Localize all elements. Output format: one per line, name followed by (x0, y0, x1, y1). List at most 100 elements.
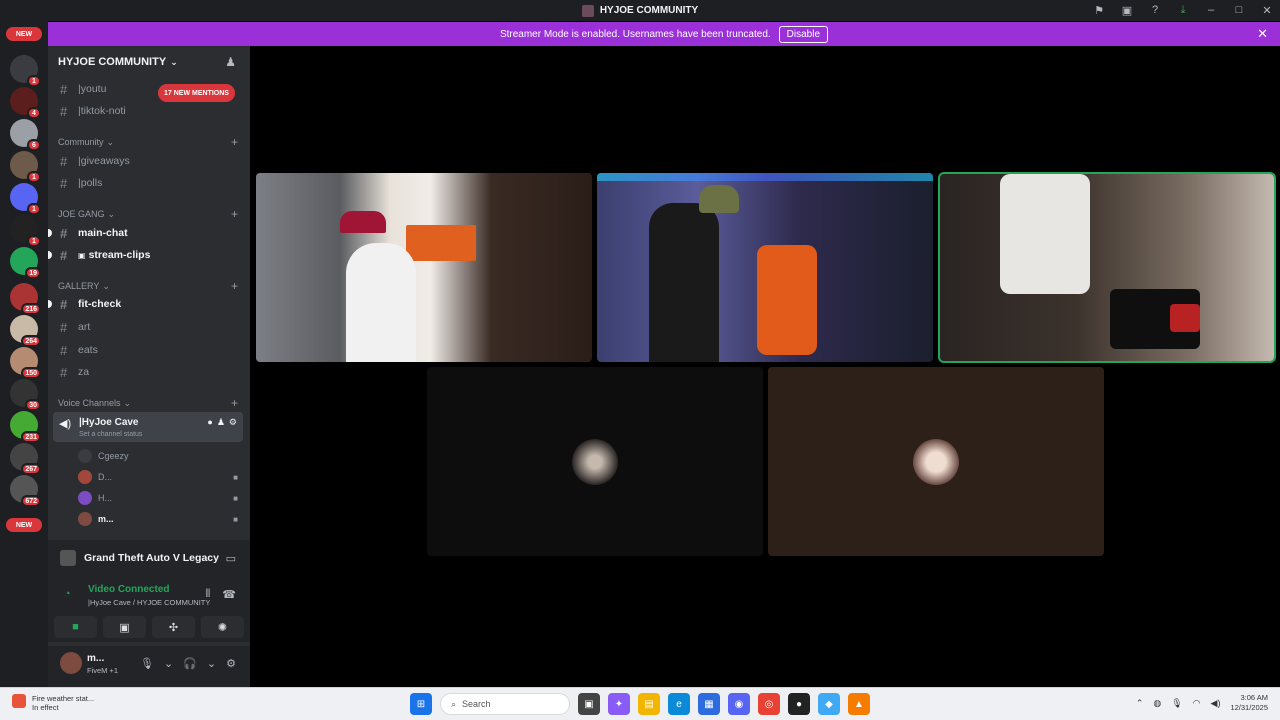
chevron-down-icon[interactable]: ⌄ (207, 657, 216, 670)
disable-button[interactable]: Disable (778, 25, 829, 43)
voice-user[interactable]: m... ■ (78, 510, 238, 528)
noise-suppression-icon[interactable]: ⦀ (205, 588, 210, 601)
inbox-icon[interactable]: ⚑ (1092, 3, 1106, 17)
channel-item[interactable]: # za (56, 362, 242, 382)
maximize-icon[interactable]: □ (1232, 3, 1246, 17)
edge-icon[interactable]: e (668, 693, 690, 715)
gear-icon[interactable]: ⚙ (226, 657, 236, 670)
gear-icon[interactable]: ⚙ (229, 417, 237, 428)
activity-panel[interactable]: Grand Theft Auto V Legacy ▭ (48, 540, 250, 576)
new-mentions-pill[interactable]: 17 NEW MENTIONS (158, 84, 235, 102)
chevron-up-icon[interactable]: ⌃ (1136, 698, 1144, 709)
signal-icon[interactable]: ◔ (64, 588, 71, 600)
weather-widget[interactable]: Fire weather stat... In effect (12, 694, 94, 712)
video-tile[interactable] (597, 173, 933, 362)
voice-user[interactable]: D... ■ (78, 468, 238, 486)
share-screen-button[interactable]: ▣ (103, 616, 146, 638)
disconnect-icon[interactable]: ☎ (222, 588, 236, 601)
voice-user[interactable]: H... ■ (78, 489, 238, 507)
channel-item[interactable]: # |tiktok-noti (56, 101, 242, 121)
app-icon[interactable]: ● (788, 693, 810, 715)
server-icon[interactable]: 1 (10, 55, 41, 87)
network-icon[interactable]: ◍ (1153, 698, 1161, 709)
close-icon[interactable]: ✕ (1260, 3, 1274, 17)
channel-item[interactable]: # fit-check (48, 294, 242, 314)
server-icon[interactable]: 231 (10, 411, 41, 443)
voice-user[interactable]: Cgeezy (78, 447, 238, 465)
category-joe-gang[interactable]: JOE GANG ⌄ + (58, 207, 242, 221)
volume-icon[interactable]: ◀) (1211, 698, 1221, 709)
activities-button[interactable]: ✣ (152, 616, 195, 638)
channel-item[interactable]: # eats (56, 340, 242, 360)
channel-item[interactable]: # main-chat (48, 223, 242, 243)
category-voice-channels[interactable]: Voice Channels ⌄ + (58, 396, 242, 410)
microphone-icon[interactable]: 🎙 (1171, 698, 1182, 709)
copilot-icon[interactable]: ✦ (608, 693, 630, 715)
clock[interactable]: 3:06 AM 12/31/2025 (1230, 693, 1268, 713)
new-pill[interactable]: NEW (6, 27, 42, 41)
server-icon[interactable]: 1 (10, 183, 41, 215)
monitor-icon[interactable]: ▣ (1120, 3, 1134, 17)
server-icon[interactable]: 6 (10, 119, 41, 151)
add-channel-icon[interactable]: + (231, 279, 238, 293)
add-channel-icon[interactable]: + (231, 135, 238, 149)
voice-status[interactable]: Video Connected (88, 584, 170, 595)
channel-name: |giveaways (78, 155, 130, 167)
server-icon[interactable]: 672 (10, 475, 41, 507)
invite-icon[interactable]: ♟ (217, 417, 225, 428)
server-rail: NEW 1 4 6 1 1 1 19 216 264 150 30 231 26… (0, 21, 48, 687)
microphone-icon[interactable]: 🎙 (140, 657, 154, 670)
channel-item[interactable]: # ▣ stream-clips (48, 245, 242, 265)
channel-status[interactable]: Set a channel status (79, 431, 142, 438)
voice-channel-active[interactable]: ◀) |HyJoe Cave Set a channel status ● ♟ … (53, 412, 243, 442)
windows-start-icon[interactable]: ⊞ (410, 693, 432, 715)
chat-icon[interactable]: ● (207, 417, 212, 428)
guild-header[interactable]: HYJOE COMMUNITY ⌄ ♟ (48, 46, 250, 78)
avatar-tile[interactable] (427, 367, 763, 556)
invite-icon[interactable]: ♟ (225, 55, 236, 69)
server-icon[interactable]: 19 (10, 247, 41, 279)
user-name[interactable]: m... (87, 653, 104, 664)
server-icon[interactable]: 30 (10, 379, 41, 411)
app-icon[interactable]: ◆ (818, 693, 840, 715)
server-icon[interactable]: 267 (10, 443, 41, 475)
help-icon[interactable]: ? (1148, 3, 1162, 17)
avatar[interactable] (60, 652, 82, 674)
minimize-icon[interactable]: – (1204, 3, 1218, 17)
mention-badge: 672 (21, 495, 41, 507)
wifi-icon[interactable]: ◠ (1193, 698, 1201, 709)
channel-item[interactable]: # art (56, 317, 242, 337)
avatar-tile[interactable] (768, 367, 1104, 556)
task-view-icon[interactable]: ▣ (578, 693, 600, 715)
server-icon[interactable]: 4 (10, 87, 41, 119)
server-icon[interactable]: 1 (10, 215, 41, 247)
file-explorer-icon[interactable]: ▤ (638, 693, 660, 715)
download-icon[interactable]: ⤓ (1176, 3, 1190, 17)
category-gallery[interactable]: GALLERY ⌄ + (58, 279, 242, 293)
server-icon[interactable]: 150 (10, 347, 41, 379)
soundboard-button[interactable]: ✺ (201, 616, 244, 638)
chevron-down-icon: ⌄ (106, 136, 115, 147)
screen-share-icon[interactable]: ▭ (226, 552, 236, 565)
category-community[interactable]: Community ⌄ + (58, 135, 242, 149)
banner-close-icon[interactable]: ✕ (1257, 26, 1268, 42)
chrome-icon[interactable]: ◎ (758, 693, 780, 715)
server-icon[interactable]: 216 (10, 283, 41, 315)
channel-item[interactable]: # |giveaways (56, 151, 242, 171)
camera-button[interactable]: ■ (54, 616, 97, 638)
video-tile[interactable] (256, 173, 592, 362)
store-icon[interactable]: ▦ (698, 693, 720, 715)
add-channel-icon[interactable]: + (231, 207, 238, 221)
server-icon[interactable]: 1 (10, 151, 41, 183)
channel-item[interactable]: # |polls (56, 173, 242, 193)
discord-icon[interactable]: ◉ (728, 693, 750, 715)
server-icon[interactable]: 264 (10, 315, 41, 347)
app-icon[interactable]: ▲ (848, 693, 870, 715)
headphones-icon[interactable]: 🎧 (183, 657, 197, 670)
chevron-down-icon[interactable]: ⌄ (164, 657, 173, 670)
video-tile-speaking[interactable] (938, 172, 1276, 363)
taskbar-search[interactable]: ⌕ Search (440, 693, 570, 715)
new-pill[interactable]: NEW (6, 518, 42, 532)
voice-location[interactable]: |HyJoe Cave / HYJOE COMMUNITY (88, 598, 210, 607)
add-channel-icon[interactable]: + (231, 396, 238, 410)
